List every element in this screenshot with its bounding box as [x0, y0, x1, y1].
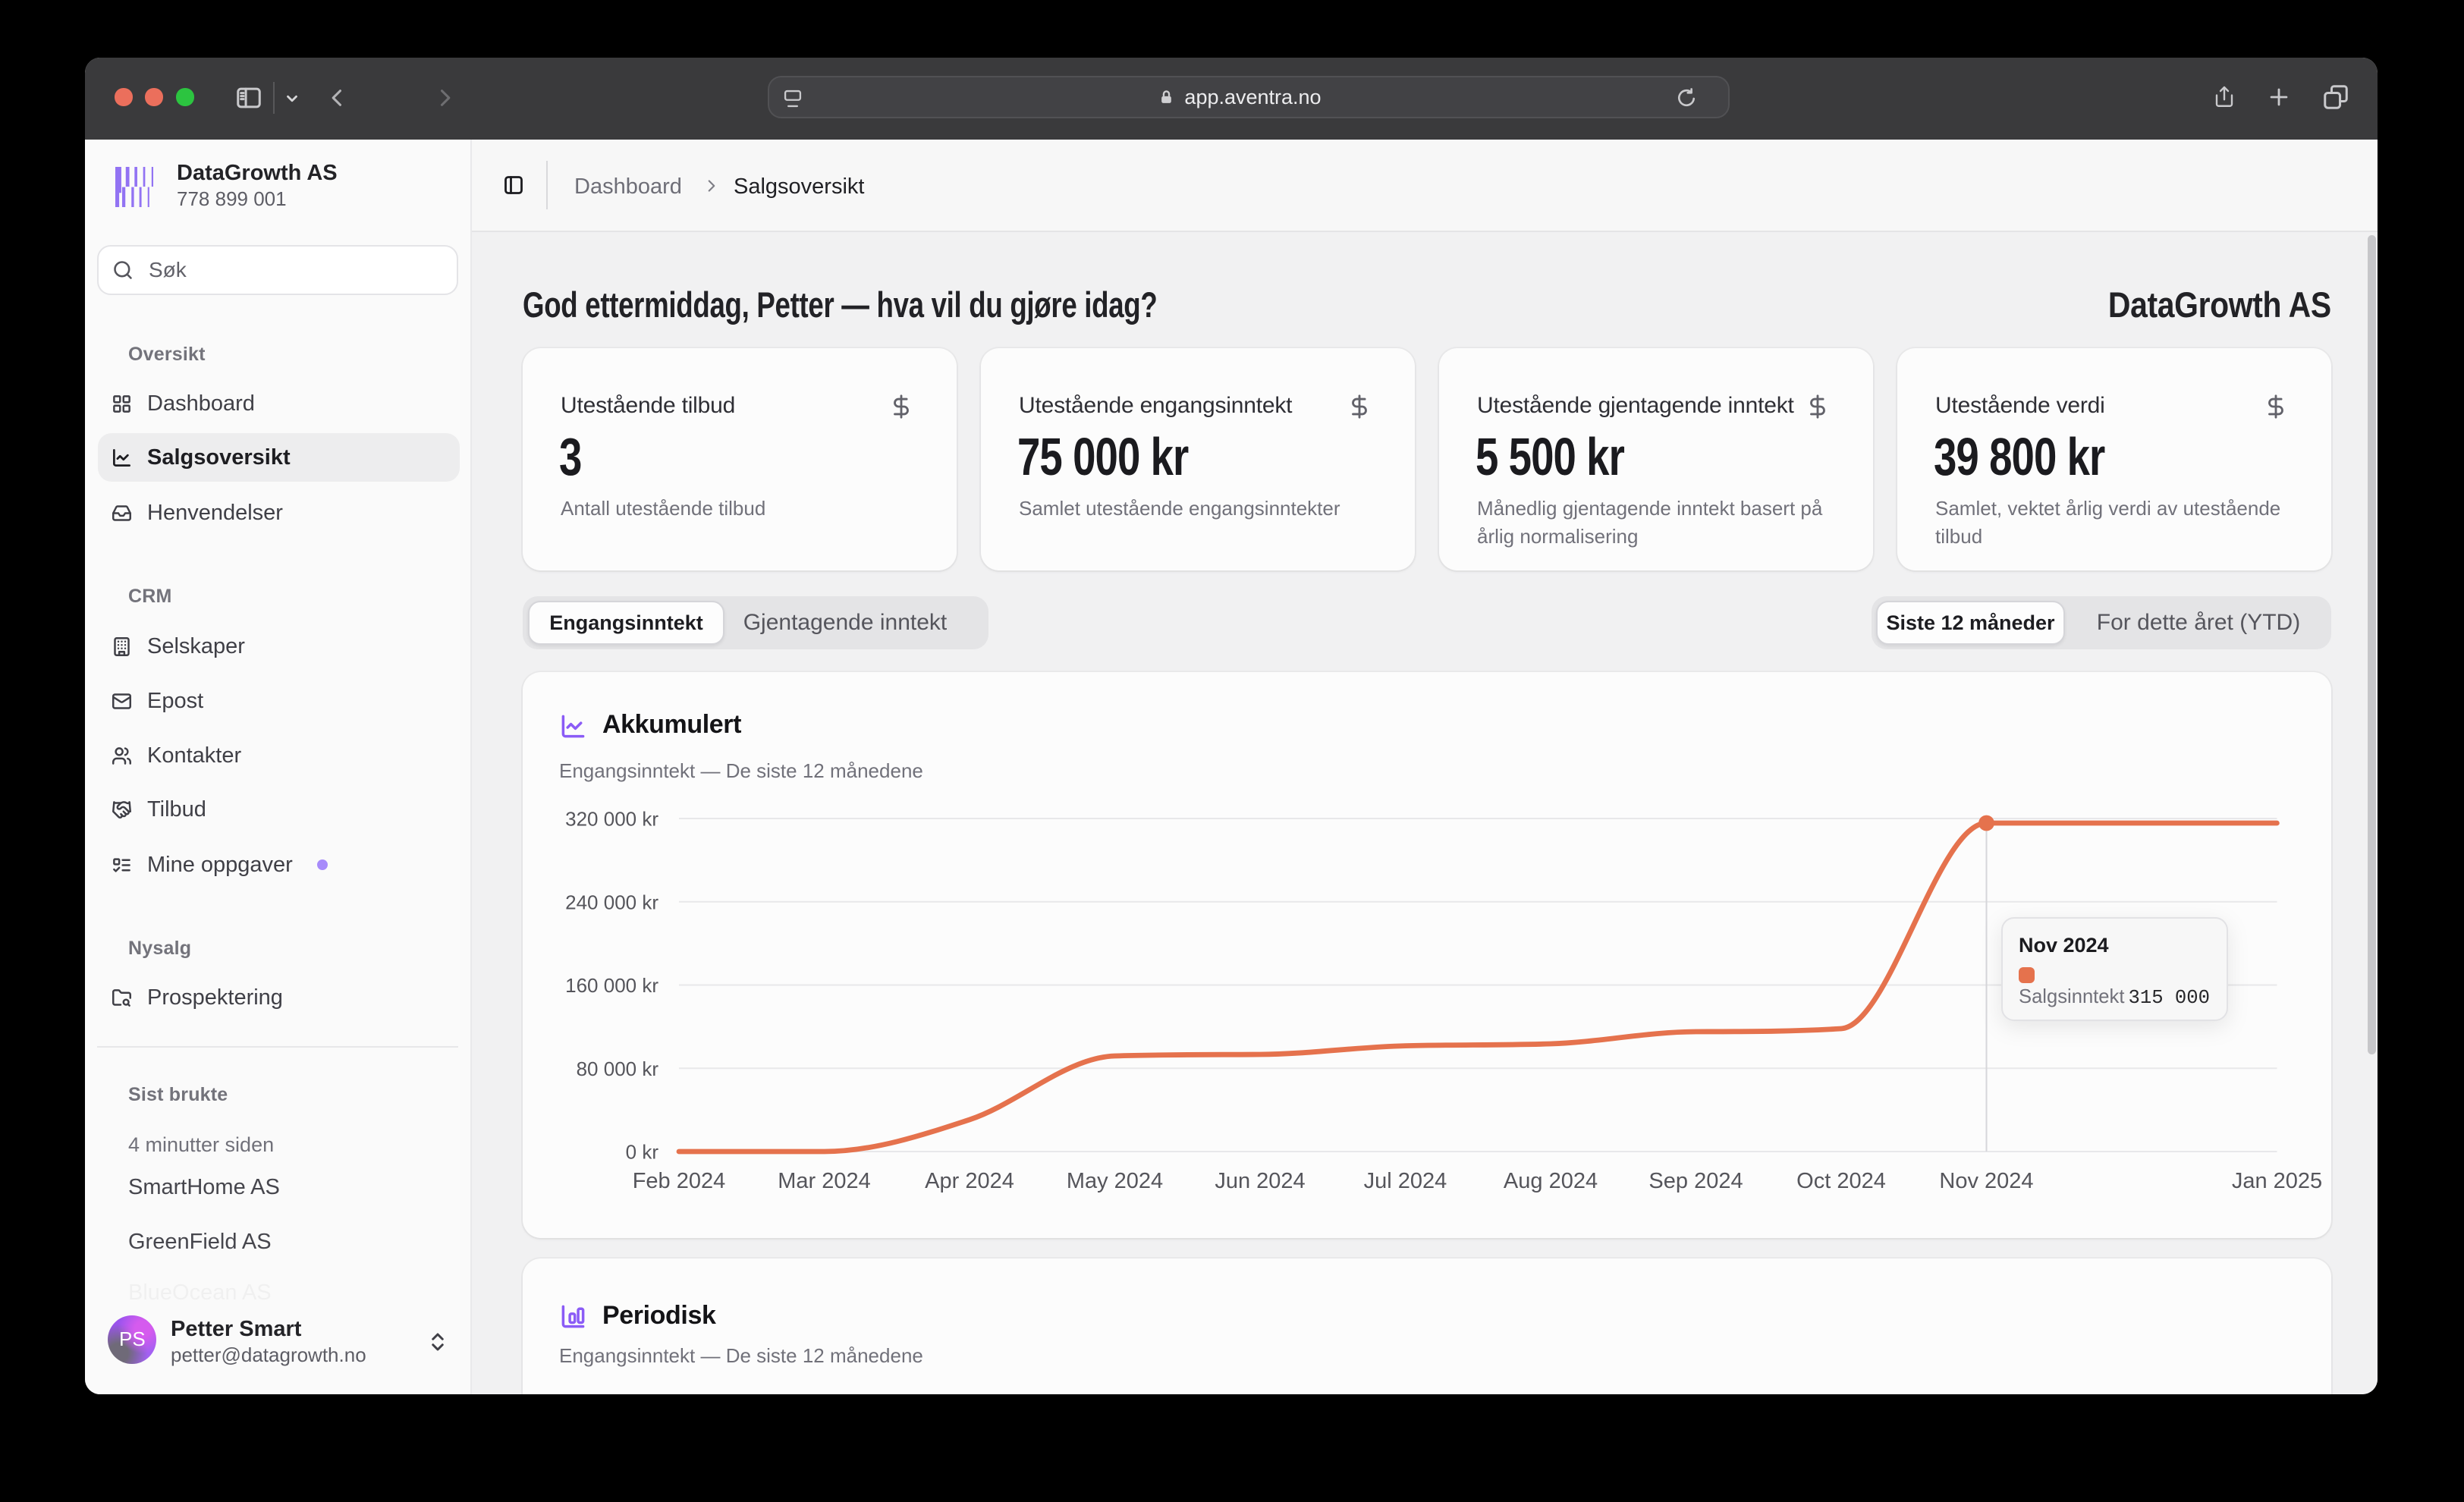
svg-text:Aug 2024: Aug 2024 [1504, 1169, 1598, 1193]
svg-text:315 000: 315 000 [2128, 987, 2210, 1009]
svg-text:Mar 2024: Mar 2024 [778, 1169, 871, 1193]
svg-text:Oct 2024: Oct 2024 [1796, 1169, 1886, 1193]
svg-text:Salgsinntekt: Salgsinntekt [2019, 986, 2124, 1007]
svg-text:240 000 kr: 240 000 kr [565, 891, 658, 913]
svg-text:Sep 2024: Sep 2024 [1648, 1169, 1743, 1193]
svg-text:320 000 kr: 320 000 kr [565, 808, 658, 831]
svg-text:Apr 2024: Apr 2024 [925, 1169, 1014, 1193]
svg-text:80 000 kr: 80 000 kr [577, 1057, 659, 1080]
svg-text:Jul 2024: Jul 2024 [1364, 1169, 1447, 1193]
svg-text:Feb 2024: Feb 2024 [633, 1169, 726, 1193]
svg-text:Jan 2025: Jan 2025 [2232, 1169, 2322, 1193]
svg-text:160 000 kr: 160 000 kr [565, 974, 658, 997]
svg-text:May 2024: May 2024 [1067, 1169, 1163, 1193]
svg-text:Nov 2024: Nov 2024 [1939, 1169, 2033, 1193]
svg-text:Nov 2024: Nov 2024 [2019, 934, 2109, 957]
svg-text:Jun 2024: Jun 2024 [1215, 1169, 1305, 1193]
svg-text:0 kr: 0 kr [626, 1141, 659, 1164]
